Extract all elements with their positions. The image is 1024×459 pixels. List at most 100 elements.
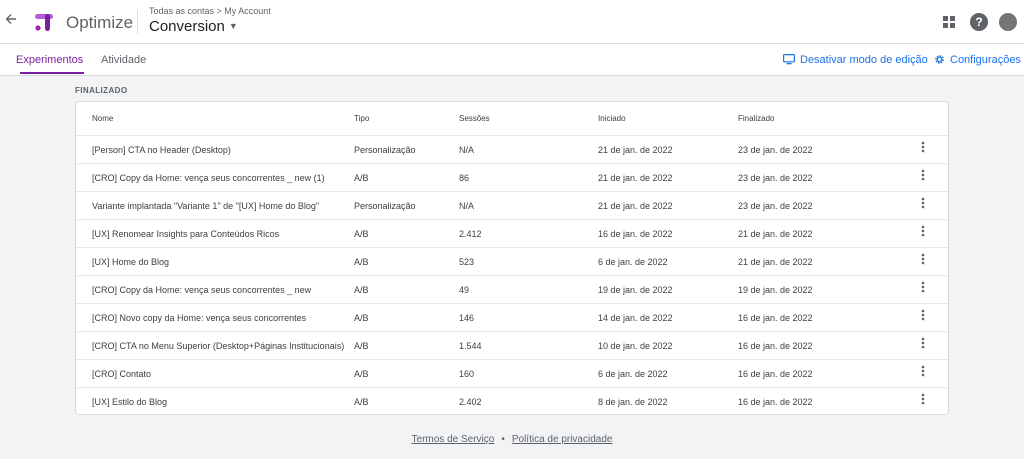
tab-experimentos[interactable]: Experimentos bbox=[16, 54, 83, 66]
active-tab-indicator bbox=[20, 72, 84, 74]
cell-name[interactable]: [CRO] Novo copy da Home: vença seus conc… bbox=[92, 313, 306, 323]
cell-started: 16 de jan. de 2022 bbox=[598, 229, 673, 239]
cell-type: A/B bbox=[354, 229, 369, 239]
optimize-logo-icon bbox=[33, 11, 55, 33]
column-header-nome[interactable]: Nome bbox=[92, 114, 113, 123]
cell-name[interactable]: [UX] Estilo do Blog bbox=[92, 397, 167, 407]
avatar[interactable] bbox=[999, 13, 1017, 31]
table-row[interactable]: [Person] CTA no Header (Desktop) Personal… bbox=[76, 136, 948, 164]
back-arrow-icon[interactable] bbox=[2, 12, 20, 30]
column-header-finalizado[interactable]: Finalizado bbox=[738, 114, 774, 123]
cell-sessions: 523 bbox=[459, 257, 475, 267]
cell-sessions: 1.544 bbox=[459, 341, 482, 351]
table-row[interactable]: [CRO] Contato A/B 160 6 de jan. de 2022 16 d… bbox=[76, 360, 948, 388]
disable-edit-mode-button[interactable]: Desativar modo de edição bbox=[783, 54, 928, 66]
experiments-table: Nome Tipo Sessões Iniciado Finalizado [P… bbox=[75, 101, 949, 415]
cell-type: A/B bbox=[354, 397, 369, 407]
cell-name[interactable]: [CRO] Copy da Home: vença seus concorren… bbox=[92, 173, 325, 183]
cell-started: 21 de jan. de 2022 bbox=[598, 145, 673, 155]
more-vert-icon[interactable] bbox=[916, 365, 930, 381]
container-selector[interactable]: Conversion ▼ bbox=[149, 18, 238, 35]
desktop-edit-icon bbox=[783, 54, 796, 65]
more-vert-icon[interactable] bbox=[916, 225, 930, 241]
cell-finished: 21 de jan. de 2022 bbox=[738, 257, 813, 267]
cell-name[interactable]: Variante implantada "Variante 1" de "[UX… bbox=[92, 201, 319, 211]
cell-sessions: 86 bbox=[459, 173, 470, 183]
table-row[interactable]: [CRO] CTA no Menu Superior (Desktop+Pági… bbox=[76, 332, 948, 360]
tabs-bar: Experimentos Atividade Desativar modo de… bbox=[0, 44, 1024, 76]
breadcrumb[interactable]: Todas as contas > My Account bbox=[149, 6, 271, 16]
cell-name[interactable]: [CRO] Copy da Home: vença seus concorren… bbox=[92, 285, 311, 295]
help-icon[interactable]: ? bbox=[970, 13, 988, 31]
cell-finished: 23 de jan. de 2022 bbox=[738, 145, 813, 155]
cell-finished: 19 de jan. de 2022 bbox=[738, 285, 813, 295]
settings-label: Configurações bbox=[950, 54, 1021, 66]
container-name: Conversion bbox=[149, 18, 225, 35]
header-divider bbox=[137, 10, 138, 34]
cell-type: A/B bbox=[354, 173, 369, 183]
privacy-link[interactable]: Política de privacidade bbox=[512, 434, 613, 445]
table-row[interactable]: [UX] Home do Blog A/B 523 6 de jan. de 2022… bbox=[76, 248, 948, 276]
caret-down-icon: ▼ bbox=[228, 21, 238, 31]
cell-sessions: 2.402 bbox=[459, 397, 482, 407]
table-row[interactable]: [CRO] Copy da Home: vença seus concorren… bbox=[76, 276, 948, 304]
cell-started: 21 de jan. de 2022 bbox=[598, 173, 673, 183]
footer-separator: • bbox=[501, 434, 505, 445]
cell-started: 10 de jan. de 2022 bbox=[598, 341, 673, 351]
cell-finished: 16 de jan. de 2022 bbox=[738, 313, 813, 323]
cell-finished: 16 de jan. de 2022 bbox=[738, 341, 813, 351]
cell-type: A/B bbox=[354, 257, 369, 267]
cell-finished: 23 de jan. de 2022 bbox=[738, 173, 813, 183]
gear-icon bbox=[935, 55, 944, 64]
cell-started: 21 de jan. de 2022 bbox=[598, 201, 673, 211]
cell-finished: 16 de jan. de 2022 bbox=[738, 397, 813, 407]
more-vert-icon[interactable] bbox=[916, 169, 930, 185]
table-row[interactable]: [CRO] Copy da Home: vença seus concorren… bbox=[76, 164, 948, 192]
cell-type: A/B bbox=[354, 285, 369, 295]
more-vert-icon[interactable] bbox=[916, 197, 930, 213]
column-header-sessoes[interactable]: Sessões bbox=[459, 114, 490, 123]
cell-type: A/B bbox=[354, 313, 369, 323]
cell-name[interactable]: [Person] CTA no Header (Desktop) bbox=[92, 145, 231, 155]
cell-name[interactable]: [CRO] Contato bbox=[92, 369, 151, 379]
cell-type: Personalização bbox=[354, 145, 416, 155]
table-header: Nome Tipo Sessões Iniciado Finalizado bbox=[76, 102, 948, 136]
table-row[interactable]: [CRO] Novo copy da Home: vença seus conc… bbox=[76, 304, 948, 332]
more-vert-icon[interactable] bbox=[916, 281, 930, 297]
table-row[interactable]: [UX] Estilo do Blog A/B 2.402 8 de jan. de … bbox=[76, 388, 948, 416]
more-vert-icon[interactable] bbox=[916, 253, 930, 269]
more-vert-icon[interactable] bbox=[916, 393, 930, 409]
more-vert-icon[interactable] bbox=[916, 309, 930, 325]
cell-started: 19 de jan. de 2022 bbox=[598, 285, 673, 295]
cell-started: 14 de jan. de 2022 bbox=[598, 313, 673, 323]
cell-name[interactable]: [UX] Renomear Insights para Conteúdos Ri… bbox=[92, 229, 279, 239]
table-row[interactable]: [UX] Renomear Insights para Conteúdos Ri… bbox=[76, 220, 948, 248]
cell-type: A/B bbox=[354, 341, 369, 351]
tab-atividade[interactable]: Atividade bbox=[101, 54, 146, 66]
top-app-bar: Optimize Todas as contas > My Account Co… bbox=[0, 0, 1024, 44]
disable-edit-mode-label: Desativar modo de edição bbox=[800, 54, 928, 66]
terms-link[interactable]: Termos de Serviço bbox=[412, 434, 495, 445]
column-header-tipo[interactable]: Tipo bbox=[354, 114, 369, 123]
cell-name[interactable]: [CRO] CTA no Menu Superior (Desktop+Pági… bbox=[92, 341, 344, 351]
footer: Termos de Serviço • Política de privacidad… bbox=[0, 434, 1024, 445]
cell-sessions: 49 bbox=[459, 285, 470, 295]
cell-sessions: 160 bbox=[459, 369, 475, 379]
table-row[interactable]: Variante implantada "Variante 1" de "[UX… bbox=[76, 192, 948, 220]
cell-name[interactable]: [UX] Home do Blog bbox=[92, 257, 169, 267]
cell-finished: 16 de jan. de 2022 bbox=[738, 369, 813, 379]
cell-sessions: 2.412 bbox=[459, 229, 482, 239]
product-name: Optimize bbox=[66, 13, 134, 32]
more-vert-icon[interactable] bbox=[916, 337, 930, 353]
section-title: FINALIZADO bbox=[75, 86, 128, 95]
cell-started: 6 de jan. de 2022 bbox=[598, 369, 668, 379]
apps-grid-icon[interactable] bbox=[940, 13, 958, 31]
column-header-iniciado[interactable]: Iniciado bbox=[598, 114, 626, 123]
cell-type: Personalização bbox=[354, 201, 416, 211]
settings-button[interactable]: Configurações bbox=[934, 54, 1021, 66]
more-vert-icon[interactable] bbox=[916, 141, 930, 157]
cell-started: 8 de jan. de 2022 bbox=[598, 397, 668, 407]
cell-finished: 21 de jan. de 2022 bbox=[738, 229, 813, 239]
cell-type: A/B bbox=[354, 369, 369, 379]
cell-finished: 23 de jan. de 2022 bbox=[738, 201, 813, 211]
